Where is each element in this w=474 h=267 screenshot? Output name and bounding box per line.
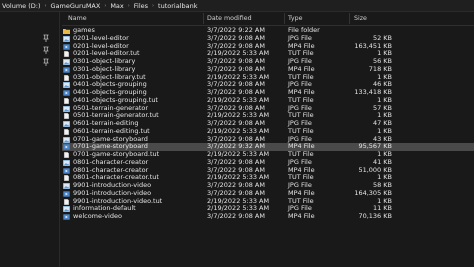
file-icon [63,152,70,158]
file-list: games 3/7/2022 9:22 AM File folder 0201-lev… [62,26,474,221]
file-icon [63,113,70,120]
column-header-name[interactable]: Name [68,15,87,22]
file-name: welcome-video [73,212,122,220]
file-icon [63,97,70,104]
chevron-right-icon: › [152,2,155,9]
pin-icon[interactable] [42,46,50,54]
image-file-icon [63,183,70,189]
file-icon [63,51,70,58]
video-file-icon [63,43,70,50]
image-file-icon [63,105,70,112]
image-file-icon [63,82,70,89]
file-icon [63,175,70,182]
breadcrumb-item-files[interactable]: Files [134,2,148,10]
pane-divider[interactable] [59,12,60,267]
pin-icon[interactable] [42,58,50,66]
column-resize-handle[interactable] [284,13,285,24]
image-file-icon [63,206,70,213]
file-icon [63,74,70,81]
pin-icon[interactable] [42,34,50,42]
column-header-size[interactable]: Size [354,15,367,22]
column-resize-handle[interactable] [349,13,350,24]
video-file-icon [63,167,70,174]
image-file-icon [63,35,70,42]
image-file-icon [63,59,70,65]
file-date-modified: 3/7/2022 9:08 AM [207,212,265,220]
file-icon [63,198,70,205]
video-file-icon [63,90,70,96]
chevron-right-icon: › [44,2,47,9]
breadcrumb: Volume (D:) › GameGuruMAX › Max › Files … [0,0,474,12]
folder-icon [63,28,70,34]
image-file-icon [63,136,70,143]
breadcrumb-item-tutorialbank[interactable]: tutorialbank [158,2,197,10]
column-resize-handle[interactable] [203,13,204,24]
file-row[interactable]: welcome-video 3/7/2022 9:08 AM MP4 File 70,… [62,212,474,221]
file-icon [63,128,70,135]
column-header-date[interactable]: Date modified [207,15,252,22]
video-file-icon [63,191,70,197]
column-header-type[interactable]: Type [288,15,302,22]
chevron-right-icon: › [104,2,107,9]
column-header: Name Date modified Type Size [62,12,474,26]
chevron-right-icon: › [127,2,130,9]
file-type: MP4 File [288,212,315,220]
video-file-icon [63,214,70,220]
breadcrumb-item-gamegurumax[interactable]: GameGuruMAX [51,2,101,10]
video-file-icon [63,144,70,150]
file-size: 70,136 KB [358,212,392,220]
image-file-icon [63,121,70,127]
breadcrumb-item-volume[interactable]: Volume (D:) [2,2,41,10]
file-row[interactable]: information-default 2/19/2022 5:33 AM JPG … [62,204,474,213]
video-file-icon [63,67,70,73]
breadcrumb-item-max[interactable]: Max [110,2,123,10]
image-file-icon [63,159,70,166]
navigation-pane [0,12,56,267]
